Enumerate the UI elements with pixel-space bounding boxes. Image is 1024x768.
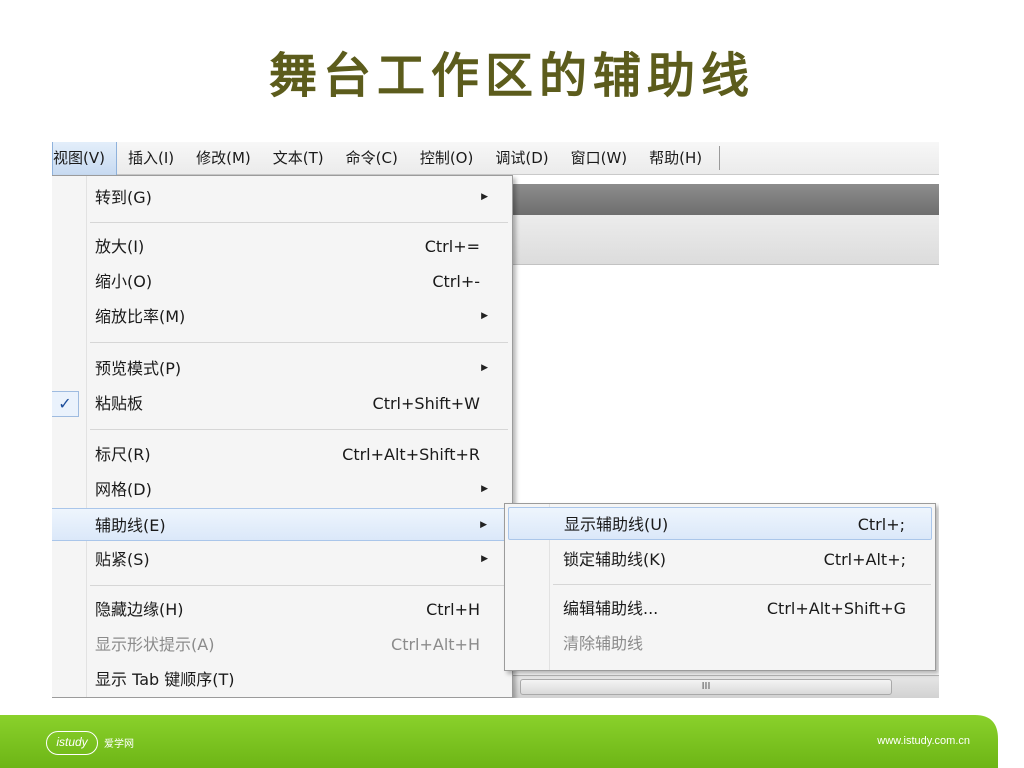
menu-item-label: 缩小(O) [95, 272, 153, 291]
menu-item-label: 转到(G) [95, 188, 152, 207]
menu-separator [90, 585, 508, 586]
scrollbar-thumb[interactable]: III [520, 679, 892, 695]
menu-item-magnification[interactable]: 缩放比率(M) ▶ [52, 300, 510, 333]
menu-item-label: 辅助线(E) [95, 516, 166, 535]
menu-item-shortcut: Ctrl+Alt+; [823, 550, 906, 569]
submenu-item-lock-guides[interactable]: 锁定辅助线(K) Ctrl+Alt+; [508, 543, 932, 576]
menu-text[interactable]: 文本(T) [262, 142, 335, 175]
submenu-item-show-guides[interactable]: 显示辅助线(U) Ctrl+; [508, 507, 932, 540]
horizontal-scrollbar[interactable]: III [512, 675, 939, 698]
menu-item-shortcut: Ctrl+Alt+Shift+R [342, 445, 480, 464]
submenu-arrow-icon: ▶ [481, 554, 488, 564]
panel-toolbar [512, 215, 939, 265]
menu-item-shortcut: Ctrl+; [857, 515, 905, 534]
menu-item-label: 放大(I) [95, 237, 145, 256]
view-menu-dropdown: 转到(G) ▶ 放大(I) Ctrl+= 缩小(O) Ctrl+- 缩放比率(M… [52, 175, 513, 698]
submenu-arrow-icon: ▶ [481, 311, 488, 321]
menu-item-shortcut: Ctrl+Shift+W [372, 394, 480, 413]
menu-item-grid[interactable]: 网格(D) ▶ [52, 473, 510, 506]
menu-item-label: 显示 Tab 键顺序(T) [95, 670, 235, 689]
menu-window[interactable]: 窗口(W) [560, 142, 639, 175]
submenu-arrow-icon: ▶ [481, 192, 488, 202]
menu-item-zoom-out[interactable]: 缩小(O) Ctrl+- [52, 265, 510, 298]
menu-item-goto[interactable]: 转到(G) ▶ [52, 181, 510, 214]
menu-separator [553, 584, 931, 585]
menu-item-label: 隐藏边缘(H) [95, 600, 184, 619]
istudy-logo: istudy [46, 731, 98, 755]
menu-item-label: 粘贴板 [95, 394, 144, 413]
menu-item-hide-edges[interactable]: 隐藏边缘(H) Ctrl+H [52, 593, 510, 626]
menu-item-guides[interactable]: 辅助线(E) ▶ [52, 508, 510, 541]
menu-commands[interactable]: 命令(C) [335, 142, 409, 175]
menu-item-shortcut: Ctrl+H [426, 600, 480, 619]
menu-item-label: 显示辅助线(U) [564, 515, 669, 534]
checkmark-icon: ✓ [52, 391, 79, 417]
menu-item-label: 贴紧(S) [95, 550, 150, 569]
menu-control[interactable]: 控制(O) [409, 142, 485, 175]
menu-item-snapping[interactable]: 贴紧(S) ▶ [52, 543, 510, 576]
menu-item-label: 标尺(R) [95, 445, 151, 464]
menu-item-label: 网格(D) [95, 480, 152, 499]
menu-item-preview-mode[interactable]: 预览模式(P) ▶ [52, 352, 510, 385]
menu-item-shortcut: Ctrl+- [432, 272, 480, 291]
menu-help[interactable]: 帮助(H) [638, 142, 713, 175]
menu-item-shortcut: Ctrl+= [424, 237, 480, 256]
menu-bar: 视图(V) 插入(I) 修改(M) 文本(T) 命令(C) 控制(O) 调试(D… [52, 142, 939, 175]
menu-item-label: 锁定辅助线(K) [563, 550, 666, 569]
submenu-item-clear-guides: 清除辅助线 [508, 627, 932, 660]
menu-item-rulers[interactable]: 标尺(R) Ctrl+Alt+Shift+R [52, 438, 510, 471]
slide-title: 舞台工作区的辅助线 [268, 48, 755, 104]
submenu-arrow-icon: ▶ [481, 484, 488, 494]
menu-insert[interactable]: 插入(I) [117, 142, 185, 175]
menu-item-label: 缩放比率(M) [95, 307, 186, 326]
slide-footer: istudy 爱学网 www.istudy.com.cn [0, 713, 1024, 768]
guides-submenu: 显示辅助线(U) Ctrl+; 锁定辅助线(K) Ctrl+Alt+; 编辑辅助… [504, 503, 936, 671]
menu-modify[interactable]: 修改(M) [185, 142, 262, 175]
menu-item-zoom-in[interactable]: 放大(I) Ctrl+= [52, 230, 510, 263]
panel-titlebar [512, 184, 939, 215]
menu-item-shortcut: Ctrl+Alt+H [391, 635, 480, 654]
menu-debug[interactable]: 调试(D) [484, 142, 559, 175]
menu-item-pasteboard[interactable]: ✓ 粘贴板 Ctrl+Shift+W [52, 387, 510, 420]
menu-item-show-tab-order[interactable]: 显示 Tab 键顺序(T) [52, 663, 510, 696]
menu-item-label: 显示形状提示(A) [95, 635, 215, 654]
app-screenshot: 视图(V) 插入(I) 修改(M) 文本(T) 命令(C) 控制(O) 调试(D… [52, 142, 939, 698]
submenu-item-edit-guides[interactable]: 编辑辅助线... Ctrl+Alt+Shift+G [508, 592, 932, 625]
menu-separator [90, 429, 508, 430]
menu-item-label: 预览模式(P) [95, 359, 182, 378]
site-url: www.istudy.com.cn [877, 735, 970, 747]
menu-item-label: 编辑辅助线... [563, 599, 659, 618]
menu-separator [90, 222, 508, 223]
submenu-arrow-icon: ▶ [480, 520, 487, 530]
submenu-arrow-icon: ▶ [481, 363, 488, 373]
menubar-divider [719, 146, 721, 170]
menu-separator [90, 342, 508, 343]
footer-band [0, 715, 998, 768]
logo-caption: 爱学网 [104, 739, 134, 750]
menu-item-label: 清除辅助线 [563, 634, 644, 653]
menu-view[interactable]: 视图(V) [52, 142, 117, 175]
menu-item-shortcut: Ctrl+Alt+Shift+G [766, 599, 906, 618]
menu-item-show-shape-hints: 显示形状提示(A) Ctrl+Alt+H [52, 628, 510, 661]
